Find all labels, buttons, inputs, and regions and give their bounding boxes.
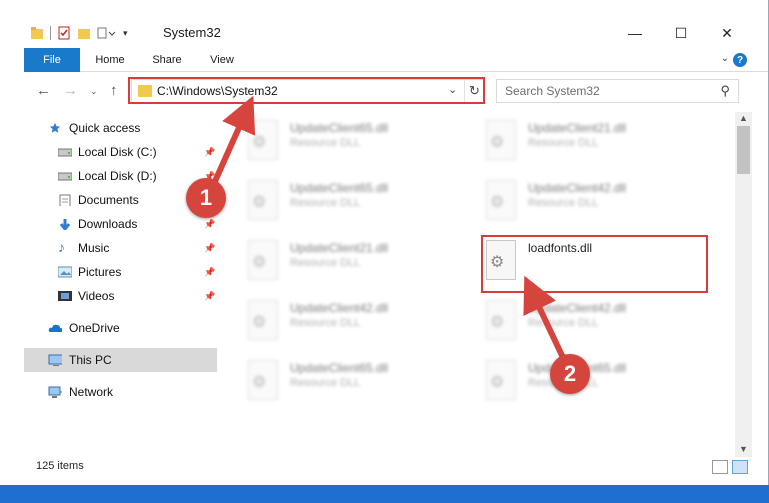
annotation-arrows bbox=[209, 95, 569, 366]
arrow-to-address bbox=[209, 95, 256, 190]
arrow-to-file bbox=[523, 275, 569, 366]
step-badge-1: 1 bbox=[186, 178, 226, 218]
step-badge-2: 2 bbox=[550, 354, 590, 394]
explorer-window: ▾ System32 — ☐ ✕ File Home Share View ⌄ … bbox=[0, 0, 769, 485]
